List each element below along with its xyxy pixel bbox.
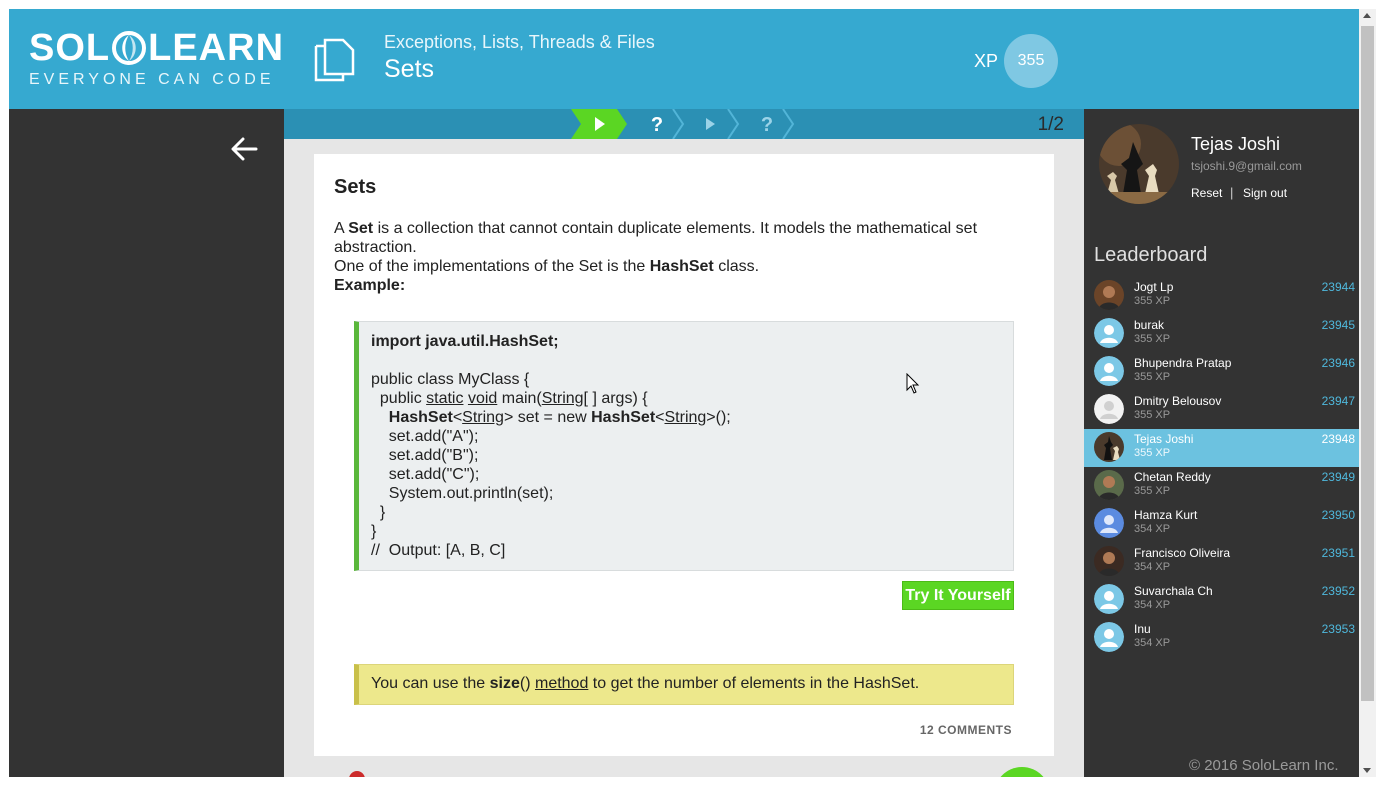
user-avatar-icon [1094, 318, 1124, 348]
bottom-left-indicator[interactable] [349, 771, 365, 777]
leaderboard-rank: 23949 [1321, 470, 1355, 484]
leaderboard-rank: 23950 [1321, 508, 1355, 522]
user-avatar-icon [1094, 584, 1124, 614]
leaderboard-row[interactable]: Jogt Lp 355 XP 23944 [1084, 277, 1359, 315]
leaderboard-name: Dmitry Belousov [1134, 394, 1222, 408]
try-it-yourself-button[interactable]: Try It Yourself [902, 581, 1014, 610]
leaderboard-xp: 355 XP [1134, 295, 1171, 307]
page-scrollbar[interactable] [1359, 9, 1376, 777]
leaderboard-name: Hamza Kurt [1134, 508, 1198, 522]
paragraph-3: Example: [334, 277, 406, 294]
leaderboard-rank: 23944 [1321, 280, 1355, 294]
leaderboard-name: Inu [1134, 622, 1151, 636]
leaderboard-name: Jogt Lp [1134, 280, 1174, 294]
user-avatar-icon [1094, 508, 1124, 538]
comments-link[interactable]: 12 COMMENTS [920, 723, 1012, 737]
leaderboard-name: Tejas Joshi [1134, 432, 1194, 446]
copyright: © 2016 SoloLearn Inc. [1189, 757, 1339, 774]
leaderboard-xp: 355 XP [1134, 371, 1171, 383]
leaderboard-list: Jogt Lp 355 XP 23944 burak 355 XP 23945 Bhupen… [1084, 277, 1359, 657]
scroll-down-icon[interactable] [1363, 768, 1371, 773]
leaderboard-row[interactable]: Suvarchala Ch 354 XP 23952 [1084, 581, 1359, 619]
code-example: import java.util.HashSet; public class M… [354, 321, 1014, 571]
leaderboard-rank: 23953 [1321, 622, 1355, 636]
leaderboard-rank: 23945 [1321, 318, 1355, 332]
leaderboard-title: Leaderboard [1094, 244, 1208, 266]
leaderboard-row[interactable]: burak 355 XP 23945 [1084, 315, 1359, 353]
progress-count: 1/2 [1037, 114, 1064, 135]
leaderboard-name: Chetan Reddy [1134, 470, 1211, 484]
scroll-thumb[interactable] [1361, 26, 1374, 701]
xp-label: XP [974, 51, 999, 71]
leaderboard-xp: 355 XP [1134, 333, 1171, 345]
lesson-title: Sets [384, 55, 435, 83]
leaderboard-row[interactable]: Tejas Joshi 355 XP 23948 [1084, 429, 1359, 467]
step-2-question-icon[interactable]: ? [627, 109, 685, 139]
leaderboard-rank: 23946 [1321, 356, 1355, 370]
leaderboard-row[interactable]: Bhupendra Pratap 355 XP 23946 [1084, 353, 1359, 391]
next-button[interactable] [994, 767, 1050, 777]
scroll-up-icon[interactable] [1363, 13, 1371, 18]
right-sidebar: Tejas Joshi tsjoshi.9@gmail.com Reset | … [1084, 109, 1359, 777]
card-title: Sets [334, 176, 377, 198]
leaderboard-rank: 23951 [1321, 546, 1355, 560]
profile-name: Tejas Joshi [1191, 134, 1281, 154]
lesson-card: Sets A Set is a collection that cannot c… [314, 154, 1054, 756]
step-4-question-icon[interactable]: ? [737, 109, 795, 139]
course-name: Exceptions, Lists, Threads & Files [384, 32, 655, 52]
mouse-cursor-icon [906, 373, 920, 394]
app-window: SOL LEARN EVERYONE CAN CODE Exceptions, … [9, 9, 1359, 777]
paragraph-2: One of the implementations of the Set is… [334, 258, 760, 275]
svg-text:?: ? [761, 114, 773, 136]
user-avatar-icon [1094, 432, 1124, 462]
leaderboard-name: Suvarchala Ch [1134, 584, 1213, 598]
user-avatar-icon [1094, 470, 1124, 500]
method-link[interactable]: method [535, 675, 588, 692]
lesson-text: A Set is a collection that cannot contai… [334, 219, 1024, 295]
logo-swirl-icon [112, 31, 147, 65]
leaderboard-xp: 354 XP [1134, 637, 1171, 649]
leaderboard-row[interactable]: Hamza Kurt 354 XP 23950 [1084, 505, 1359, 543]
profile-avatar[interactable] [1099, 124, 1179, 204]
logo-tagline: EVERYONE CAN CODE [29, 71, 275, 88]
leaderboard-rank: 23948 [1321, 432, 1355, 446]
lesson-content-area: Sets A Set is a collection that cannot c… [284, 139, 1084, 777]
leaderboard-xp: 355 XP [1134, 409, 1171, 421]
leaderboard-name: Francisco Oliveira [1134, 546, 1231, 560]
leaderboard-row[interactable]: Inu 354 XP 23953 [1084, 619, 1359, 657]
leaderboard-name: Bhupendra Pratap [1134, 356, 1232, 370]
step-1-play-icon[interactable] [571, 109, 629, 139]
link-separator: | [1230, 185, 1234, 200]
tip-box: You can use the size() method to get the… [354, 664, 1014, 705]
leaderboard-xp: 355 XP [1134, 485, 1171, 497]
paragraph-1: A Set is a collection that cannot contai… [334, 220, 978, 256]
leaderboard-row[interactable]: Dmitry Belousov 355 XP 23947 [1084, 391, 1359, 429]
user-avatar-icon [1094, 546, 1124, 576]
top-header: SOL LEARN EVERYONE CAN CODE Exceptions, … [9, 9, 1359, 109]
profile-email: tsjoshi.9@gmail.com [1191, 159, 1302, 173]
step-3-play-icon[interactable] [682, 109, 740, 139]
reset-link[interactable]: Reset [1191, 186, 1222, 200]
user-avatar-icon [1094, 622, 1124, 652]
left-sidebar [9, 109, 284, 777]
leaderboard-row[interactable]: Francisco Oliveira 354 XP 23951 [1084, 543, 1359, 581]
user-avatar-icon [1094, 280, 1124, 310]
document-icon [314, 38, 355, 82]
xp-badge: 355 [1004, 34, 1058, 88]
sign-out-link[interactable]: Sign out [1243, 186, 1287, 200]
leaderboard-row[interactable]: Chetan Reddy 355 XP 23949 [1084, 467, 1359, 505]
sololearn-logo[interactable]: SOL LEARN EVERYONE CAN CODE [29, 27, 284, 89]
leaderboard-xp: 354 XP [1134, 523, 1171, 535]
user-avatar-icon [1094, 356, 1124, 386]
back-arrow-icon[interactable] [229, 134, 259, 164]
user-avatar-icon [1094, 394, 1124, 424]
leaderboard-rank: 23952 [1321, 584, 1355, 598]
leaderboard-name: burak [1134, 318, 1165, 332]
leaderboard-xp: 354 XP [1134, 599, 1171, 611]
leaderboard-xp: 354 XP [1134, 561, 1171, 573]
leaderboard-rank: 23947 [1321, 394, 1355, 408]
leaderboard-xp: 355 XP [1134, 447, 1171, 459]
svg-text:?: ? [651, 114, 663, 136]
lesson-progress-bar: ? ? 1/2 [284, 109, 1084, 139]
